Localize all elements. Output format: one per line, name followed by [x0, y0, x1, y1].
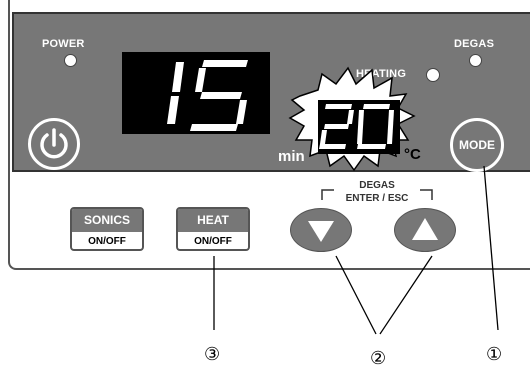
callout-2: ② — [370, 348, 387, 369]
callout-line-1 — [483, 165, 499, 331]
callout-line-2a — [335, 255, 377, 335]
callout-lines — [213, 165, 499, 335]
callout-line-2b — [379, 255, 433, 335]
callout-1: ① — [486, 344, 503, 365]
callout-3: ③ — [204, 344, 221, 365]
